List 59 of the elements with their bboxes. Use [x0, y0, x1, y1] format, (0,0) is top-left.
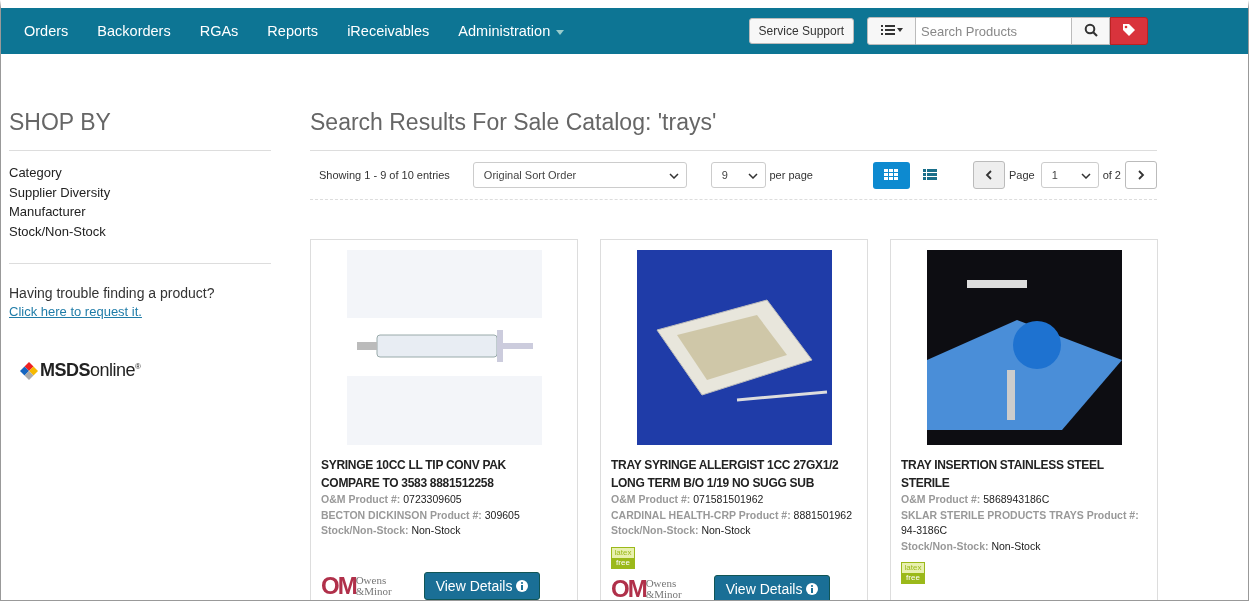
nav-link[interactable]: Administration	[458, 23, 565, 39]
grid-icon	[884, 168, 899, 180]
search-field[interactable]: Search Products	[916, 17, 1072, 45]
page-label: Page	[1008, 169, 1035, 181]
chevron-down-icon	[1080, 173, 1091, 179]
search-button[interactable]	[1072, 17, 1110, 45]
diamond-icon	[19, 360, 39, 381]
chevron-down-icon	[747, 173, 758, 179]
request-link[interactable]: Click here to request it.	[9, 304, 271, 319]
latex-free-badge: latex free	[901, 562, 925, 584]
filter-link[interactable]: Category	[9, 163, 271, 183]
product-title: TRAY INSERTION STAINLESS STEEL STERILE	[901, 457, 1105, 492]
product-detail: Stock/Non-Stock: Non-Stock	[611, 523, 752, 538]
nav-link[interactable]: Reports	[267, 23, 319, 39]
per-page-label: per page	[769, 169, 813, 181]
chevron-right-icon	[1137, 170, 1145, 180]
view-details-button[interactable]: View Details	[713, 574, 831, 600]
product-detail: O&M Product #: 5868943186C	[901, 492, 1051, 507]
product-detail: SKLAR STERILE PRODUCTS TRAYS Product #: 94-3186C	[901, 507, 1140, 538]
per-page-dropdown[interactable]: 9	[710, 162, 766, 188]
product-detail: O&M Product #: 071581501962	[611, 492, 765, 507]
product-detail: Stock/Non-Stock: Non-Stock	[901, 538, 1042, 554]
tag-icon	[1122, 22, 1136, 37]
page-dropdown[interactable]: 1	[1040, 162, 1099, 188]
filter-link[interactable]: Supplier Diversity	[9, 182, 271, 202]
nav-link[interactable]: RGAs	[199, 23, 239, 39]
service-support-button[interactable]: Service Support	[748, 18, 854, 44]
product-title: SYRINGE 10CC LL TIP CONV PAK COMPARE TO 3583 8881512258	[321, 457, 507, 492]
filter-link[interactable]: Manufacturer	[9, 202, 271, 222]
search-category-button[interactable]	[867, 17, 916, 45]
results-heading: Search Results For Sale Catalog: 'trays'	[310, 109, 1157, 151]
view-details-button[interactable]: View Details	[423, 571, 541, 600]
info-icon	[806, 582, 819, 595]
product-detail: Stock/Non-Stock: Non-Stock	[321, 523, 462, 538]
chevron-down-icon	[668, 173, 679, 179]
msds-logo-text: MSDSonline$^{®}$	[40, 360, 141, 381]
help-text: Having trouble finding a product?	[9, 285, 216, 301]
product-title: TRAY SYRINGE ALLERGIST 1CC 27GX1/2 LONG TERM B/O 1/19 NO SUGG SUB	[611, 457, 840, 492]
grid-view-button[interactable]	[872, 161, 910, 189]
page-count: of 2	[1102, 169, 1121, 181]
latex-free-badge: latex free	[611, 546, 635, 569]
product-detail: CARDINAL HEALTH-CRP Product #: 8881501962	[611, 507, 853, 523]
nav-link[interactable]: Orders	[24, 23, 69, 39]
info-icon	[516, 579, 529, 592]
chevron-left-icon	[985, 170, 993, 180]
list-icon	[880, 23, 903, 36]
next-page-button[interactable]	[1125, 161, 1157, 189]
previous-page-button[interactable]	[972, 161, 1005, 189]
search-icon	[1083, 22, 1098, 37]
sidebar-title: SHOP BY	[9, 109, 271, 151]
filter-link[interactable]: Stock/Non-Stock	[9, 221, 271, 241]
nav-link[interactable]: Backorders	[97, 23, 171, 39]
sort-dropdown[interactable]: Original Sort Order	[472, 162, 687, 188]
tag-button[interactable]	[1110, 17, 1148, 45]
product-detail: BECTON DICKINSON Product #: 309605	[321, 507, 521, 523]
product-detail: O&M Product #: 0723309605	[321, 492, 463, 507]
nav-link[interactable]: iReceivables	[347, 23, 430, 39]
entries-count: Showing 1 - 9 of 10 entries	[319, 169, 450, 181]
list-icon	[923, 168, 938, 180]
